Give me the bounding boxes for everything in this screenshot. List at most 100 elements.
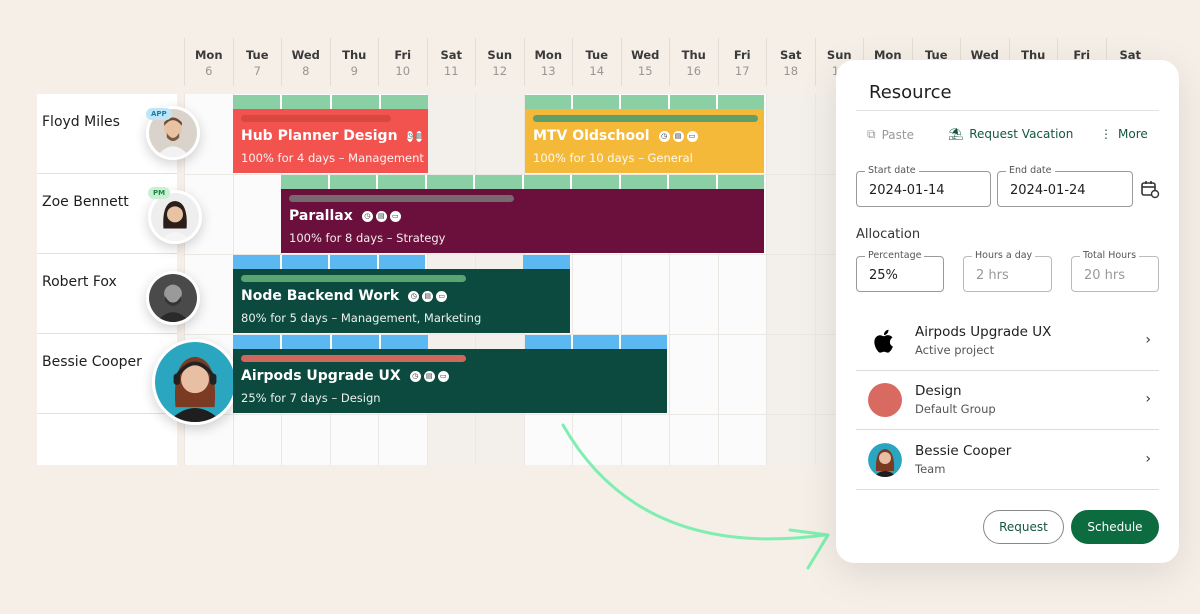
chevron-right-icon: › <box>1145 391 1151 407</box>
list-item-team[interactable]: Bessie Cooper Team › <box>856 431 1159 490</box>
chevron-right-icon: › <box>1145 451 1151 467</box>
day-name: Sat <box>440 48 463 62</box>
day-date: 8 <box>302 64 310 78</box>
day-name: Fri <box>1073 48 1091 62</box>
day-column-header[interactable]: Wed 8 <box>281 38 330 86</box>
list-item-subtitle: Team <box>915 462 946 476</box>
booking-hub-planner-design[interactable]: Hub Planner Design ◷ ▤ 100% for 4 days – M… <box>233 109 428 173</box>
booking-title-row: Airpods Upgrade UX ◷ ▤ ▭ <box>241 368 659 384</box>
more-vertical-icon: ⋮ <box>1100 127 1112 141</box>
avatar-image <box>155 342 235 422</box>
calendar-icon: ▭ <box>437 370 449 382</box>
field-value: 25% <box>869 268 898 283</box>
day-column-header[interactable]: Mon 13 <box>523 38 573 86</box>
avatar-robert-fox[interactable] <box>146 271 200 325</box>
booking-title-row: Hub Planner Design ◷ ▤ <box>241 128 423 144</box>
booking-title-row: MTV Oldschool ◷ ▤ ▭ <box>533 128 756 144</box>
booking-progress-bar <box>241 355 466 362</box>
paste-button[interactable]: ⧉ Paste <box>867 127 914 142</box>
day-date: 11 <box>443 64 459 78</box>
field-placeholder: 2 hrs <box>976 268 1009 283</box>
role-badge: APP <box>146 108 172 120</box>
booking-parallax[interactable]: Parallax ◷ ▤ ▭ 100% for 8 days – Strategy <box>281 189 764 253</box>
calendar-icon: ▭ <box>389 210 401 222</box>
calendar-icon: ▭ <box>686 130 698 142</box>
day-date: 7 <box>253 64 261 78</box>
day-column-header[interactable]: Tue 14 <box>572 38 621 86</box>
day-column-header[interactable]: Thu 9 <box>329 38 379 86</box>
day-name: Thu <box>342 48 367 62</box>
booking-mtv-oldschool[interactable]: MTV Oldschool ◷ ▤ ▭ 100% for 10 days – Gene… <box>525 109 764 173</box>
divider <box>856 110 1159 111</box>
more-button[interactable]: ⋮ More <box>1100 127 1148 141</box>
schedule-button[interactable]: Schedule <box>1071 510 1159 544</box>
day-name: Mon <box>534 48 563 62</box>
resource-name: Floyd Miles <box>42 114 120 130</box>
booking-title: Hub Planner Design <box>241 128 398 144</box>
percentage-field[interactable]: Percentage 25% <box>856 250 944 292</box>
day-column-header[interactable]: Sat 18 <box>766 38 815 86</box>
request-vacation-button[interactable]: ⛱ Request Vacation <box>948 127 1073 141</box>
day-name: Wed <box>631 48 660 62</box>
day-column-header[interactable]: Thu 16 <box>669 38 718 86</box>
clock-icon: ◷ <box>408 290 420 302</box>
capacity-strip <box>525 95 765 109</box>
day-name: Thu <box>681 48 706 62</box>
day-column-header[interactable]: Mon 6 <box>184 38 233 86</box>
beach-umbrella-icon: ⛱ <box>948 127 964 141</box>
hours-a-day-field[interactable]: Hours a day 2 hrs <box>963 250 1052 292</box>
booking-subtitle: 100% for 8 days – Strategy <box>289 231 446 245</box>
day-name: Tue <box>245 48 269 62</box>
start-date-field[interactable]: Start date 2024-01-14 <box>856 165 991 207</box>
day-column-header[interactable]: Sun 12 <box>475 38 524 86</box>
day-date: 17 <box>734 64 750 78</box>
field-value: 2024-01-24 <box>1010 183 1086 198</box>
booking-title: Parallax <box>289 208 353 224</box>
list-item-subtitle: Default Group <box>915 402 996 416</box>
avatar-bessie-cooper[interactable] <box>152 339 238 425</box>
resource-name: Bessie Cooper <box>42 354 142 370</box>
booking-subtitle: 100% for 4 days – Management <box>241 151 424 165</box>
list-item-title: Airpods Upgrade UX <box>915 324 1052 340</box>
booking-progress-bar <box>533 115 758 122</box>
booking-progress-bar <box>241 115 391 122</box>
list-item-group[interactable]: Design Default Group › <box>856 371 1159 430</box>
capacity-strip <box>525 335 667 349</box>
day-column-header[interactable]: Wed 15 <box>620 38 670 86</box>
request-button[interactable]: Request <box>983 510 1064 544</box>
copy-icon: ⧉ <box>867 127 876 141</box>
day-name: Tue <box>924 48 948 62</box>
more-label: More <box>1118 127 1148 141</box>
booking-title-row: Node Backend Work ◷ ▤ ▭ <box>241 288 562 304</box>
allocation-title: Allocation <box>856 227 921 242</box>
booking-node-backend-work[interactable]: Node Backend Work ◷ ▤ ▭ 80% for 5 days – Ma… <box>233 269 570 333</box>
day-column-header[interactable]: Sat 11 <box>426 38 476 86</box>
list-item-project[interactable]: Airpods Upgrade UX Active project › <box>856 312 1159 371</box>
day-date: 12 <box>492 64 508 78</box>
avatar <box>868 443 902 477</box>
list-item-title: Bessie Cooper <box>915 443 1012 459</box>
total-hours-field[interactable]: Total Hours 20 hrs <box>1071 250 1159 292</box>
day-name: Sun <box>826 48 852 62</box>
day-name: Sat <box>779 48 802 62</box>
day-date: 13 <box>540 64 556 78</box>
day-name: Tue <box>585 48 609 62</box>
day-column-header[interactable]: Fri 10 <box>378 38 427 86</box>
day-column-header[interactable]: Fri 17 <box>717 38 767 86</box>
capacity-strip <box>233 255 425 269</box>
booking-airpods-upgrade-ux[interactable]: Airpods Upgrade UX ◷ ▤ ▭ 25% for 7 days – D… <box>233 349 667 413</box>
end-date-field[interactable]: End date 2024-01-24 <box>997 165 1133 207</box>
calendar-refresh-icon[interactable] <box>1140 179 1160 199</box>
list-item-title: Design <box>915 383 962 399</box>
field-label: Start date <box>865 165 919 176</box>
field-value: 2024-01-14 <box>869 183 945 198</box>
day-column-header[interactable]: Tue 7 <box>232 38 282 86</box>
capacity-strip <box>523 255 570 269</box>
day-name: Wed <box>970 48 999 62</box>
day-date: 15 <box>637 64 653 78</box>
note-icon: ▤ <box>672 130 684 142</box>
resource-name: Robert Fox <box>42 274 117 290</box>
day-name: Sat <box>1119 48 1142 62</box>
day-name: Mon <box>873 48 902 62</box>
booking-title: MTV Oldschool <box>533 128 650 144</box>
